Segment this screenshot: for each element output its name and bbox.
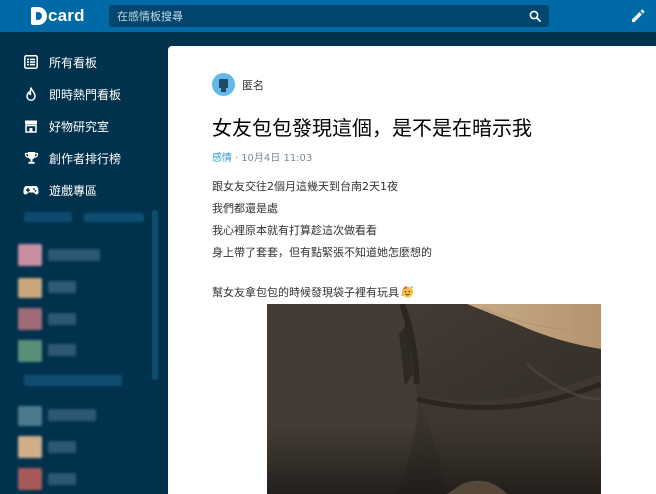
write-post-button[interactable] (628, 6, 648, 26)
content-line: 幫女友拿包包的時候發現袋子裡有玩具 (212, 282, 632, 304)
search-icon (529, 10, 541, 22)
post-title: 女友包包發現這個，是不是在暗示我 (212, 116, 532, 140)
sidebar-item-creator-ranking[interactable]: 創作者排行榜 (0, 143, 160, 173)
sidebar-item-label: 好物研究室 (49, 119, 110, 134)
post-content: 跟女友交往2個月這幾天到台南2天1夜 我們都還是處 我心裡原本就有打算趁這次做看… (212, 176, 632, 304)
list-icon (23, 54, 39, 70)
search-bar (109, 5, 549, 27)
search-input[interactable] (109, 5, 521, 27)
logo-d-mark (31, 7, 47, 25)
meta-separator: · (235, 153, 239, 164)
top-navigation-bar: card (0, 0, 656, 32)
party-face-emoji-icon (401, 284, 414, 306)
board-link[interactable]: 感情 (212, 153, 232, 164)
sidebar: 所有看板 即時熱門看板 好物研究室 創作者排行榜 遊戲專區 (0, 32, 168, 494)
content-line: 跟女友交往2個月這幾天到台南2天1夜 (212, 180, 398, 193)
post-card: 匿名 女友包包發現這個，是不是在暗示我 感情 · 10月4日 11:03 跟女友交往… (168, 46, 656, 494)
author-name: 匿名 (242, 79, 264, 92)
search-button[interactable] (521, 5, 549, 27)
sidebar-item-game-zone[interactable]: 遊戲專區 (0, 175, 160, 205)
content-line: 身上帶了套套，但有點緊張不知道她怎麼想的 (212, 246, 432, 259)
trophy-icon (23, 150, 39, 166)
post-date: 10月4日 11:03 (241, 153, 313, 164)
content-line-text: 幫女友拿包包的時候發現袋子裡有玩具 (212, 286, 399, 299)
post-meta: 感情 · 10月4日 11:03 (212, 149, 312, 164)
store-icon (23, 118, 39, 134)
bag-photo-image (267, 304, 601, 494)
sidebar-item-label: 遊戲專區 (49, 183, 98, 198)
dcard-logo[interactable]: card (31, 5, 85, 27)
pencil-icon (632, 9, 645, 22)
content-line: 我心裡原本就有打算趁這次做看看 (212, 224, 377, 237)
content-line: 我們都還是處 (212, 202, 278, 215)
anonymous-avatar (212, 73, 235, 96)
sidebar-item-label: 創作者排行榜 (49, 151, 122, 166)
logo-text: card (48, 6, 85, 25)
sidebar-scrollbar[interactable] (152, 210, 158, 380)
sidebar-item-good-stuff-lab[interactable]: 好物研究室 (0, 111, 160, 141)
sidebar-item-all-boards[interactable]: 所有看板 (0, 47, 160, 77)
sidebar-item-hot-boards[interactable]: 即時熱門看板 (0, 79, 160, 109)
anonymous-user-icon (219, 79, 228, 92)
flame-icon (23, 86, 39, 102)
gamepad-icon (23, 182, 39, 198)
post-photo[interactable] (267, 304, 601, 494)
sidebar-item-label: 所有看板 (49, 55, 98, 70)
sidebar-item-label: 即時熱門看板 (49, 87, 122, 102)
